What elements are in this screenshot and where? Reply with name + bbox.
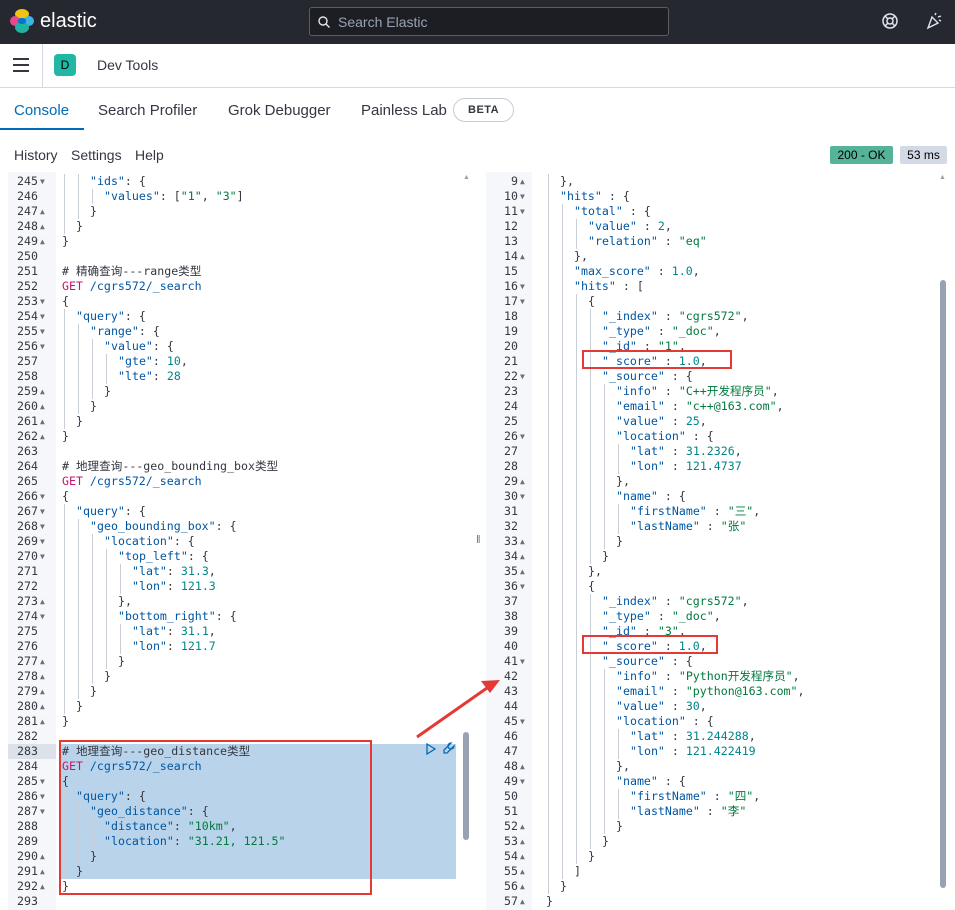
annotation-arrow (416, 680, 500, 739)
